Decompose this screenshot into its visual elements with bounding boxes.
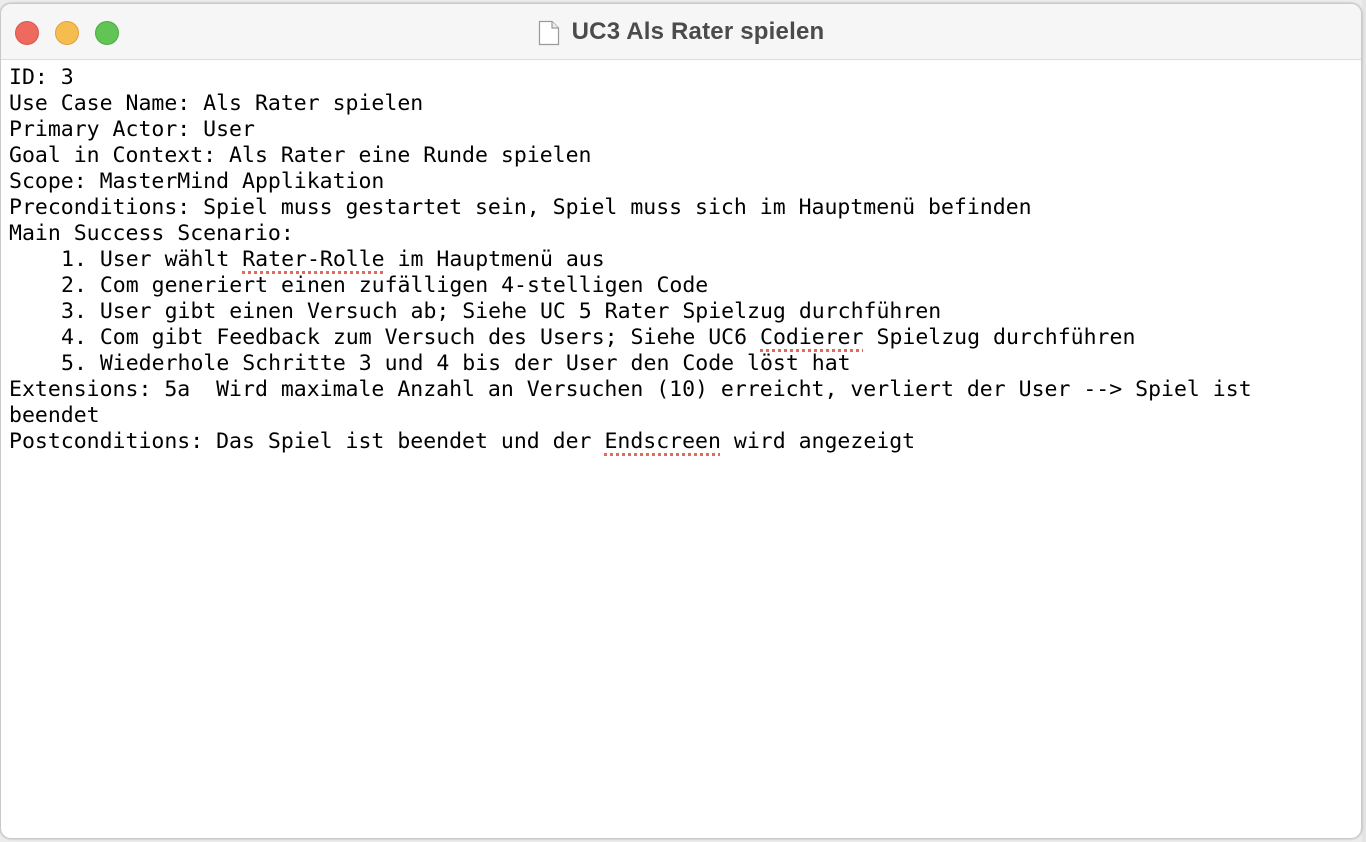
step-text: User gibt einen Versuch ab; Siehe UC 5 R… xyxy=(99,299,942,324)
step-line: 2. Com generiert einen zufälligen 4-stel… xyxy=(9,273,1353,299)
step-line: 4. Com gibt Feedback zum Versuch des Use… xyxy=(9,325,1353,351)
text-area[interactable]: ID: 3 Use Case Name: Als Rater spielen P… xyxy=(1,61,1361,838)
primary-actor-line: Primary Actor: User xyxy=(9,117,255,142)
misspelled-word[interactable]: Rater-Rolle xyxy=(242,247,384,272)
extensions-line: Extensions: 5a Wird maximale Anzahl an V… xyxy=(9,377,1265,428)
title-bar[interactable]: UC3 Als Rater spielen xyxy=(1,4,1361,60)
step-number: 4. xyxy=(61,325,87,350)
step-text-end: im Hauptmenü aus xyxy=(384,247,605,272)
misspelled-word[interactable]: Codierer xyxy=(760,325,864,350)
step-text: Com gibt Feedback zum Versuch des Users;… xyxy=(99,325,760,350)
minimize-button[interactable] xyxy=(55,21,79,45)
text-editor-window: UC3 Als Rater spielen ID: 3 Use Case Nam… xyxy=(0,3,1362,839)
step-line: 5. Wiederhole Schritte 3 und 4 bis der U… xyxy=(9,351,1353,377)
step-number: 2. xyxy=(61,273,87,298)
step-text-end: Spielzug durchführen xyxy=(863,325,1136,350)
step-text: Com generiert einen zufälligen 4-stellig… xyxy=(99,273,709,298)
postconditions-text-end: wird angezeigt xyxy=(720,429,916,454)
postconditions-text: Postconditions: Das Spiel ist beendet un… xyxy=(9,429,605,454)
main-success-header: Main Success Scenario: xyxy=(9,221,294,246)
preconditions-line: Preconditions: Spiel muss gestartet sein… xyxy=(9,195,1032,220)
zoom-button[interactable] xyxy=(95,21,119,45)
step-text: Wiederhole Schritte 3 und 4 bis der User… xyxy=(99,351,851,376)
step-number: 5. xyxy=(61,351,87,376)
step-number: 1. xyxy=(61,247,87,272)
postconditions-line: Postconditions: Das Spiel ist beendet un… xyxy=(9,429,1353,455)
step-line: 1. User wählt Rater-Rolle im Hauptmenü a… xyxy=(9,247,1353,273)
close-button[interactable] xyxy=(15,21,39,45)
desktop-background xyxy=(1362,0,1366,842)
id-line: ID: 3 xyxy=(9,65,74,90)
step-text: User wählt xyxy=(99,247,243,272)
document-icon xyxy=(538,20,559,45)
step-line: 3. User gibt einen Versuch ab; Siehe UC … xyxy=(9,299,1353,325)
misspelled-word[interactable]: Endscreen xyxy=(604,429,721,454)
goal-line: Goal in Context: Als Rater eine Runde sp… xyxy=(9,143,592,168)
window-title: UC3 Als Rater spielen xyxy=(571,18,825,45)
step-number: 3. xyxy=(61,299,87,324)
scope-line: Scope: MasterMind Applikation xyxy=(9,169,385,194)
use-case-name-line: Use Case Name: Als Rater spielen xyxy=(9,91,424,116)
